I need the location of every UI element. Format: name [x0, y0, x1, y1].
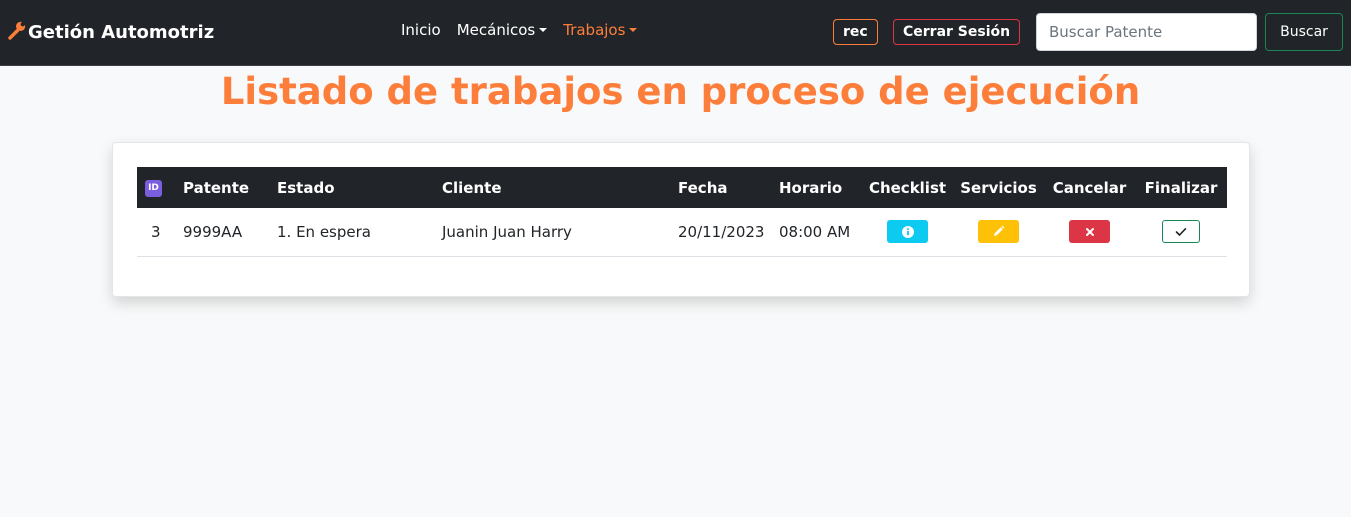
services-button[interactable]	[978, 220, 1019, 244]
page-title: Listado de trabajos en proceso de ejecuc…	[220, 70, 1141, 113]
cell-servicios	[953, 208, 1044, 257]
table-row: 3 9999AA 1. En espera Juanin Juan Harry …	[137, 208, 1227, 257]
search-button[interactable]: Buscar	[1265, 13, 1343, 51]
jobs-card: ID Patente Estado Cliente Fecha Horario …	[112, 142, 1250, 297]
pencil-icon	[994, 225, 1005, 237]
header-patente: Patente	[175, 167, 269, 208]
user-badge[interactable]: rec	[833, 19, 878, 45]
caret-down-icon	[629, 28, 638, 32]
checklist-button[interactable]	[887, 220, 928, 244]
header-cliente: Cliente	[434, 167, 670, 208]
jobs-table: ID Patente Estado Cliente Fecha Horario …	[137, 167, 1227, 257]
info-icon	[901, 225, 914, 238]
caret-down-icon	[539, 28, 548, 32]
cell-finalizar	[1135, 208, 1227, 257]
nav-link-mecanicos[interactable]: Mecánicos	[457, 21, 548, 39]
table-header-row: ID Patente Estado Cliente Fecha Horario …	[137, 167, 1227, 208]
nav-links: Inicio Mecánicos Trabajos	[401, 21, 653, 39]
cell-id: 3	[137, 208, 175, 257]
header-horario: Horario	[771, 167, 862, 208]
cell-checklist	[862, 208, 953, 257]
cell-cliente: Juanin Juan Harry	[434, 208, 670, 257]
nav-link-mecanicos-label: Mecánicos	[456, 21, 536, 39]
cell-estado: 1. En espera	[269, 208, 434, 257]
header-servicios: Servicios	[953, 167, 1044, 208]
logout-button[interactable]: Cerrar Sesión	[893, 19, 1021, 45]
search-input[interactable]	[1036, 13, 1257, 51]
header-cancelar: Cancelar	[1044, 167, 1135, 208]
brand[interactable]: Getión Automotriz	[7, 20, 214, 45]
cell-cancelar	[1044, 208, 1135, 257]
wrench-icon	[7, 20, 28, 45]
nav-link-trabajos-label: Trabajos	[563, 21, 626, 39]
nav-link-inicio-label: Inicio	[401, 21, 441, 39]
cell-horario: 08:00 AM	[771, 208, 862, 257]
brand-label: Getión Automotriz	[28, 22, 215, 43]
cancel-button[interactable]	[1069, 220, 1110, 244]
navbar: Getión Automotriz Inicio Mecánicos Traba…	[0, 0, 1351, 66]
header-id: ID	[137, 167, 175, 208]
header-checklist: Checklist	[862, 167, 953, 208]
cell-fecha: 20/11/2023	[670, 208, 771, 257]
header-estado: Estado	[269, 167, 434, 208]
finish-button[interactable]	[1162, 220, 1200, 244]
check-icon	[1175, 227, 1187, 236]
header-finalizar: Finalizar	[1135, 167, 1227, 208]
cell-patente: 9999AA	[175, 208, 269, 257]
id-icon: ID	[145, 179, 162, 197]
header-fecha: Fecha	[670, 167, 771, 208]
nav-link-inicio[interactable]: Inicio	[401, 21, 441, 39]
nav-link-trabajos[interactable]: Trabajos	[563, 21, 638, 39]
close-icon	[1085, 227, 1094, 236]
